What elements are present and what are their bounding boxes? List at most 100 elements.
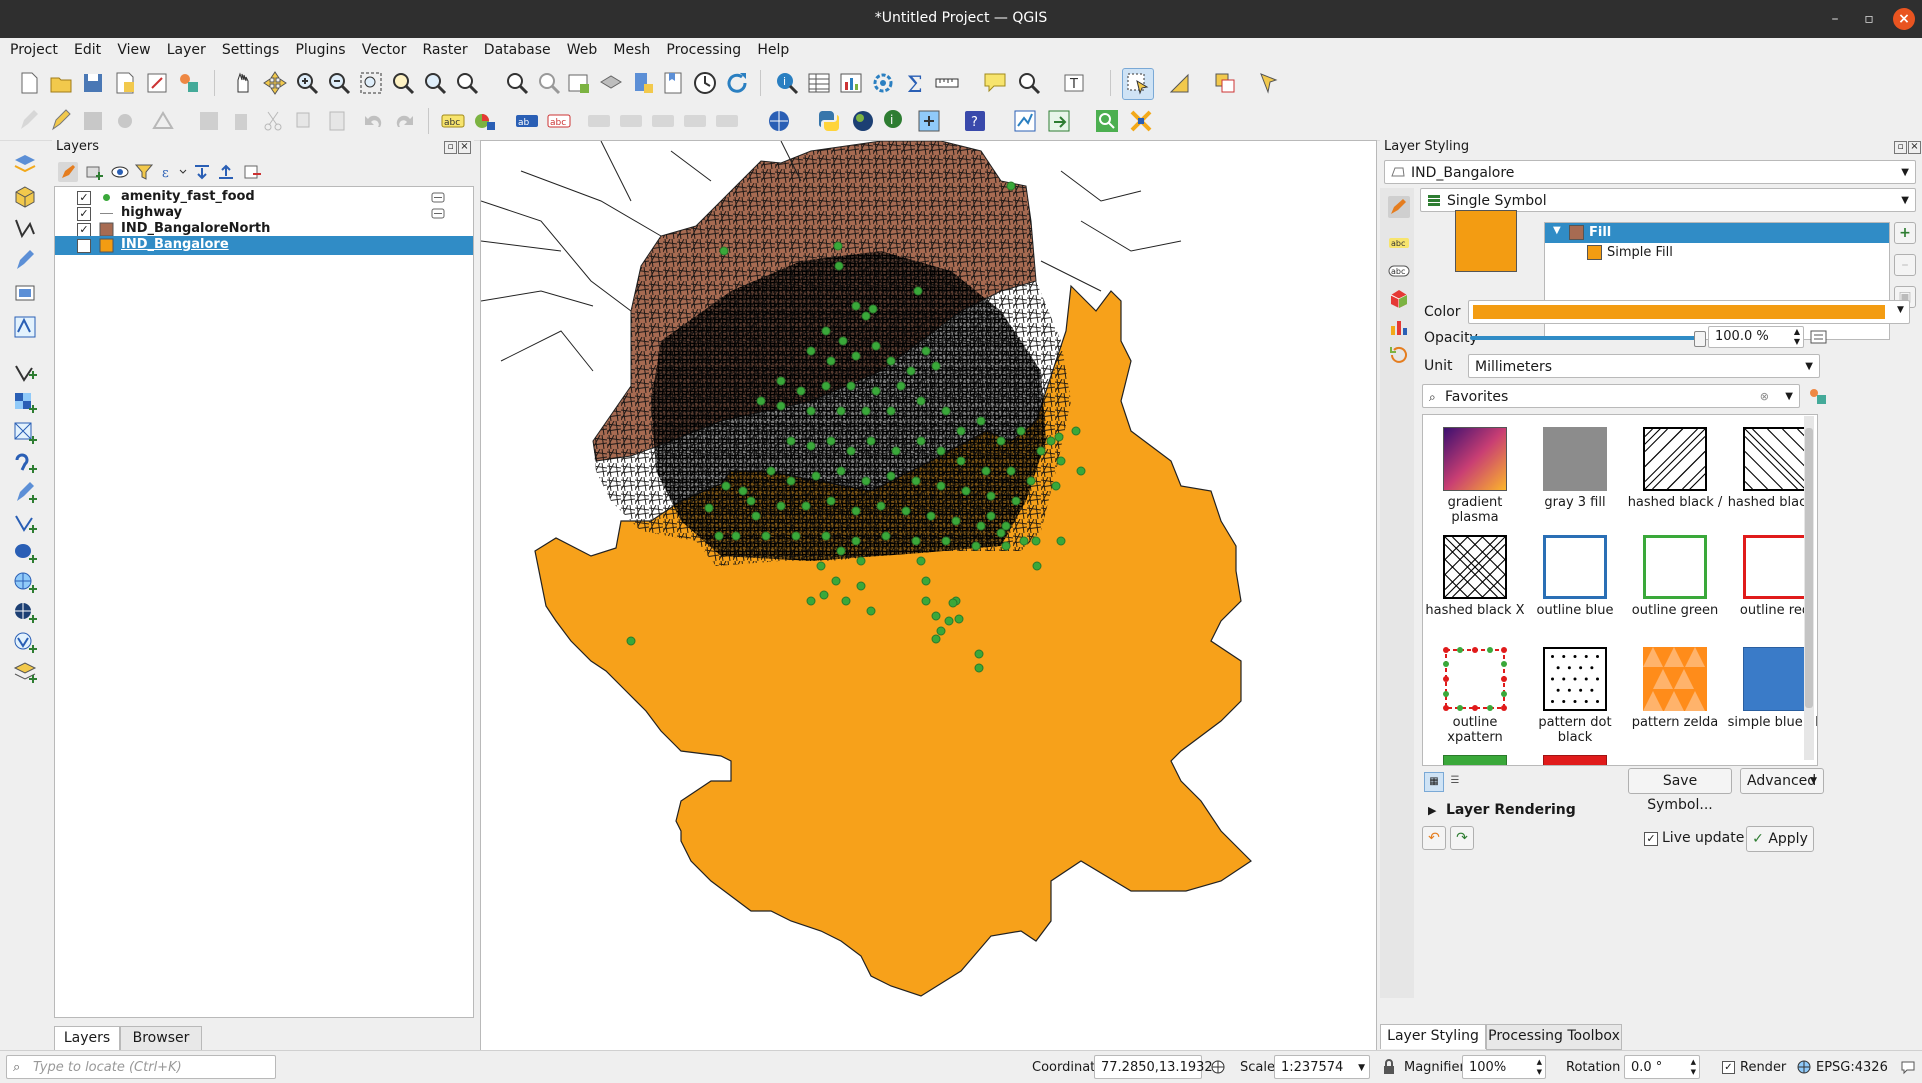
opacity-slider-track[interactable] <box>1470 336 1700 340</box>
undo-style-button[interactable]: ↶ <box>1422 826 1446 850</box>
labels-tab-icon[interactable]: abc <box>1388 232 1410 254</box>
data-defined-override-icon[interactable] <box>1810 328 1830 346</box>
add-wcs-layer-icon[interactable] <box>12 630 38 656</box>
edit-select-icon[interactable] <box>1258 70 1284 96</box>
select-features-icon[interactable] <box>1122 68 1154 100</box>
add-postgis-layer-icon[interactable] <box>12 540 38 566</box>
hide-labels-icon[interactable]: abc <box>546 108 572 134</box>
refresh-icon[interactable] <box>724 70 750 96</box>
label-properties-icon[interactable] <box>714 108 740 134</box>
layout-manager-icon[interactable] <box>144 70 170 96</box>
pan-icon[interactable] <box>230 70 256 96</box>
zoom-last-icon[interactable] <box>504 70 530 96</box>
float-panel-icon[interactable]: ▫ <box>1894 141 1907 154</box>
history-tab-icon[interactable] <box>1388 344 1410 366</box>
map-tips-icon[interactable] <box>982 70 1008 96</box>
swatch-pattern-dot-black[interactable] <box>1543 647 1607 711</box>
swatch-outline-red[interactable] <box>1743 535 1807 599</box>
masks-tab-icon[interactable]: abc <box>1388 260 1410 282</box>
copy-icon[interactable] <box>292 108 318 134</box>
add-raster-layer-icon[interactable] <box>12 390 38 416</box>
menu-plugins[interactable]: Plugins <box>289 38 351 62</box>
map-canvas[interactable] <box>480 140 1377 1052</box>
georeferencer-icon[interactable] <box>916 108 942 134</box>
opacity-spinbox[interactable]: 100.0 % ▲ ▼ <box>1708 326 1804 348</box>
add-vector-tile-layer-icon[interactable] <box>12 660 38 686</box>
tab-processing-toolbox[interactable]: Processing Toolbox <box>1486 1024 1622 1050</box>
delete-selected-icon[interactable] <box>228 108 254 134</box>
statistics-icon[interactable] <box>838 70 864 96</box>
tab-layer-styling[interactable]: Layer Styling <box>1380 1024 1486 1049</box>
sum-icon[interactable]: Σ <box>902 70 928 96</box>
undo-icon[interactable] <box>360 108 386 134</box>
live-update-checkbox[interactable]: ✓ <box>1644 832 1658 846</box>
crossed-tools-icon[interactable] <box>1128 108 1154 134</box>
filter-legend-icon[interactable] <box>134 162 154 182</box>
menu-mesh[interactable]: Mesh <box>607 38 656 62</box>
paste-icon[interactable] <box>324 108 350 134</box>
new-virtual-layer-icon[interactable] <box>12 280 38 306</box>
scrollbar-thumb[interactable] <box>1805 428 1813 708</box>
add-wfs-layer-icon[interactable] <box>12 600 38 626</box>
attribute-table-icon[interactable] <box>806 70 832 96</box>
cut-icon[interactable] <box>260 108 286 134</box>
zoom-in-icon[interactable] <box>294 70 320 96</box>
minimize-button[interactable]: – <box>1824 8 1846 30</box>
scale-combo[interactable]: 1:237574 ▼ <box>1274 1055 1370 1079</box>
swatch-gray-3-fill[interactable] <box>1543 427 1607 491</box>
chevron-right-icon[interactable]: ▶ <box>1428 804 1436 817</box>
advanced-button[interactable]: Advanced ▼ <box>1740 768 1824 794</box>
symbol-tree-fill-row[interactable]: ▼ Fill <box>1545 223 1889 243</box>
swatch-outline-green[interactable] <box>1643 535 1707 599</box>
layer-notes-icon[interactable] <box>431 208 445 219</box>
manage-map-themes-icon[interactable] <box>110 162 130 182</box>
layer-rendering-header[interactable]: Layer Rendering <box>1446 802 1576 818</box>
swatch-simple-red-fill[interactable] <box>1543 755 1607 765</box>
expand-all-icon[interactable] <box>192 162 212 182</box>
add-feature-icon[interactable] <box>112 108 138 134</box>
swatch-outline-xpattern[interactable] <box>1443 647 1507 711</box>
add-vector-layer-icon[interactable] <box>12 360 38 386</box>
rotate-label-icon[interactable] <box>618 108 644 134</box>
remove-symbol-layer-button[interactable]: – <box>1894 254 1916 276</box>
zoom-native-icon[interactable] <box>454 70 480 96</box>
redo-icon[interactable] <box>392 108 418 134</box>
new-map-view-icon[interactable] <box>566 70 592 96</box>
layer-notes-icon[interactable] <box>431 192 445 203</box>
filter-by-expression-icon[interactable]: ε <box>160 162 188 182</box>
add-mesh-layer-icon[interactable] <box>12 420 38 446</box>
locate-icon[interactable] <box>1094 108 1120 134</box>
expand-icon[interactable]: ▼ <box>1553 225 1561 236</box>
spin-arrows-icon[interactable]: ▲ ▼ <box>1794 327 1800 347</box>
redo-style-button[interactable]: ↷ <box>1450 826 1474 850</box>
new-3d-view-icon[interactable] <box>598 70 624 96</box>
multi-edit-icon[interactable] <box>196 108 222 134</box>
open-layer-styling-icon[interactable] <box>58 162 78 182</box>
run-script-icon[interactable] <box>1046 108 1072 134</box>
swatch-hashed-black-backslash[interactable] <box>1743 427 1807 491</box>
diagrams-tab-icon[interactable] <box>1388 316 1410 338</box>
open-project-icon[interactable] <box>48 70 74 96</box>
layer-visibility-checkbox[interactable]: ✓ <box>77 191 91 205</box>
identify-features-icon[interactable]: i <box>774 70 800 96</box>
list-view-icon[interactable]: ☰ <box>1446 772 1464 790</box>
temporal-controller-icon[interactable] <box>692 70 718 96</box>
help-icon[interactable]: ? <box>962 108 988 134</box>
layer-row-ind-bangalore[interactable]: ✓ IND_Bangalore <box>55 236 473 255</box>
swatch-hashed-black-slash[interactable] <box>1643 427 1707 491</box>
crs-globe-icon[interactable] <box>1796 1059 1812 1075</box>
symbology-tab-icon[interactable] <box>1388 196 1410 218</box>
save-symbol-button[interactable]: Save Symbol... <box>1628 768 1732 813</box>
float-panel-icon[interactable]: ▫ <box>444 141 457 154</box>
zoom-to-selection-icon[interactable] <box>390 70 416 96</box>
crs-label[interactable]: EPSG:4326 <box>1816 1060 1888 1075</box>
layer-visibility-checkbox[interactable]: ✓ <box>77 207 91 221</box>
label-tool-icon[interactable]: abc <box>440 108 466 134</box>
magnifier-spinbox[interactable]: 100% ▲ ▼ <box>1462 1055 1546 1079</box>
layer-visibility-checkbox[interactable]: ✓ <box>77 223 91 237</box>
add-symbol-layer-button[interactable]: + <box>1894 222 1916 244</box>
add-vector-icon[interactable] <box>12 314 38 340</box>
menu-edit[interactable]: Edit <box>68 38 107 62</box>
library-filter-combo[interactable]: ⌕ Favorites ⊗ ▼ <box>1422 384 1800 408</box>
close-button[interactable]: × <box>1893 8 1915 30</box>
